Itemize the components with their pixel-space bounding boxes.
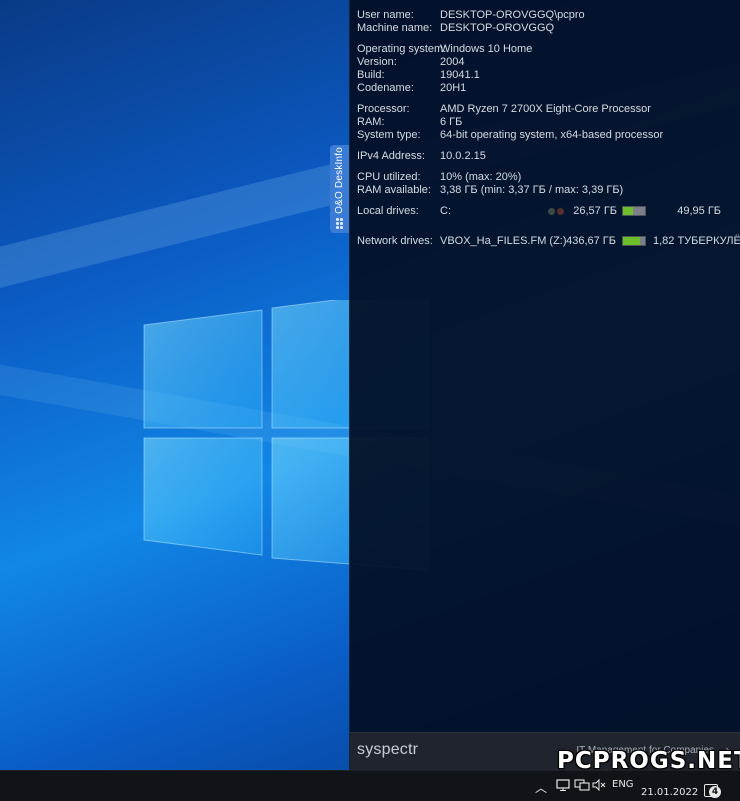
local-drive-row: Local drives: C: 26,57 ГБ 49,95 ГБ — [357, 205, 735, 218]
info-row-version: Version: 2004 — [357, 56, 735, 69]
info-row-operating-system: Operating system: Windows 10 Home — [357, 43, 735, 56]
info-label: Network drives: — [357, 235, 433, 247]
disk-activity-write-icon — [557, 208, 564, 215]
drive-letter: C: — [440, 205, 451, 217]
info-value: AMD Ryzen 7 2700X Eight-Core Processor — [440, 103, 651, 115]
grip-icon — [336, 218, 343, 229]
network-drive-name: VBOX_Ha_FILES.FM (Z:) — [440, 235, 567, 247]
disk-activity-read-icon — [548, 208, 555, 215]
info-value: DESKTOP-OROVGGQ — [440, 22, 555, 34]
watermark: PCPROGS.NET — [557, 748, 740, 774]
info-label: Version: — [357, 56, 397, 68]
drive-free-space: 436,67 ГБ — [566, 235, 616, 247]
info-label: Operating system: — [357, 43, 447, 55]
info-value: 6 ГБ — [440, 116, 463, 128]
info-row-processor: Processor: AMD Ryzen 7 2700X Eight-Core … — [357, 103, 735, 116]
info-label: RAM: — [357, 116, 385, 128]
network-icon[interactable] — [556, 779, 570, 791]
drive-total-space: 1,82 ТУБЕРКУЛЁЗ — [653, 235, 740, 247]
drive-usage-bar — [622, 206, 646, 216]
info-label: Machine name: — [357, 22, 433, 34]
info-row-ram-available: RAM available: 3,38 ГБ (min: 3,37 ГБ / m… — [357, 184, 735, 197]
language-indicator[interactable]: ENG — [612, 779, 634, 790]
drive-usage-fill — [623, 207, 634, 215]
system-info-list: User name: DESKTOP-OROVGGQ\pcpro Machine… — [357, 9, 740, 248]
info-value: DESKTOP-OROVGGQ\pcpro — [440, 9, 585, 21]
monitor-icon[interactable] — [574, 779, 590, 791]
drive-free-space: 26,57 ГБ — [573, 205, 617, 217]
chevron-up-icon[interactable]: ︿ — [535, 779, 547, 796]
info-value: 20H1 — [440, 82, 467, 94]
volume-muted-icon[interactable] — [592, 779, 606, 791]
info-row-ipv4: IPv4 Address: 10.0.2.15 — [357, 150, 735, 163]
info-row-cpu-utilized: CPU utilized: 10% (max: 20%) — [357, 171, 735, 184]
info-row-user-name: User name: DESKTOP-OROVGGQ\pcpro — [357, 9, 735, 22]
info-label: Codename: — [357, 82, 414, 94]
info-row-build: Build: 19041.1 — [357, 69, 735, 82]
taskbar-date[interactable]: 21.01.2022 — [641, 787, 698, 798]
info-label: User name: — [357, 9, 414, 21]
info-label: System type: — [357, 129, 421, 141]
info-label: Build: — [357, 69, 385, 81]
info-label: Local drives: — [357, 205, 419, 217]
info-label: Processor: — [357, 103, 410, 115]
info-row-ram: RAM: 6 ГБ — [357, 116, 735, 129]
syspectr-logo: syspectr — [357, 741, 419, 758]
info-value: 10.0.2.15 — [440, 150, 486, 162]
info-label: CPU utilized: — [357, 171, 421, 183]
network-drive-row: Network drives: VBOX_Ha_FILES.FM (Z:) 43… — [357, 235, 740, 248]
drive-usage-fill — [623, 237, 640, 245]
notification-count-badge: 4 — [709, 786, 721, 798]
info-row-codename: Codename: 20H1 — [357, 82, 735, 95]
info-value: 19041.1 — [440, 69, 480, 81]
info-label: IPv4 Address: — [357, 150, 425, 162]
info-value: 64-bit operating system, x64-based proce… — [440, 129, 664, 141]
deskinfo-tab-handle[interactable]: O&O DeskInfo — [330, 145, 349, 233]
drive-total-space: 49,95 ГБ — [677, 205, 721, 217]
info-value: Windows 10 Home — [440, 43, 533, 55]
info-value: 2004 — [440, 56, 465, 68]
info-value: 10% (max: 20%) — [440, 171, 522, 183]
info-value: 3,38 ГБ (min: 3,37 ГБ / max: 3,39 ГБ) — [440, 184, 624, 196]
drive-usage-bar — [622, 236, 646, 246]
deskinfo-tab-label: O&O DeskInfo — [334, 147, 345, 214]
info-row-machine-name: Machine name: DESKTOP-OROVGGQ — [357, 22, 735, 35]
info-row-system-type: System type: 64-bit operating system, x6… — [357, 129, 735, 142]
info-label: RAM available: — [357, 184, 431, 196]
